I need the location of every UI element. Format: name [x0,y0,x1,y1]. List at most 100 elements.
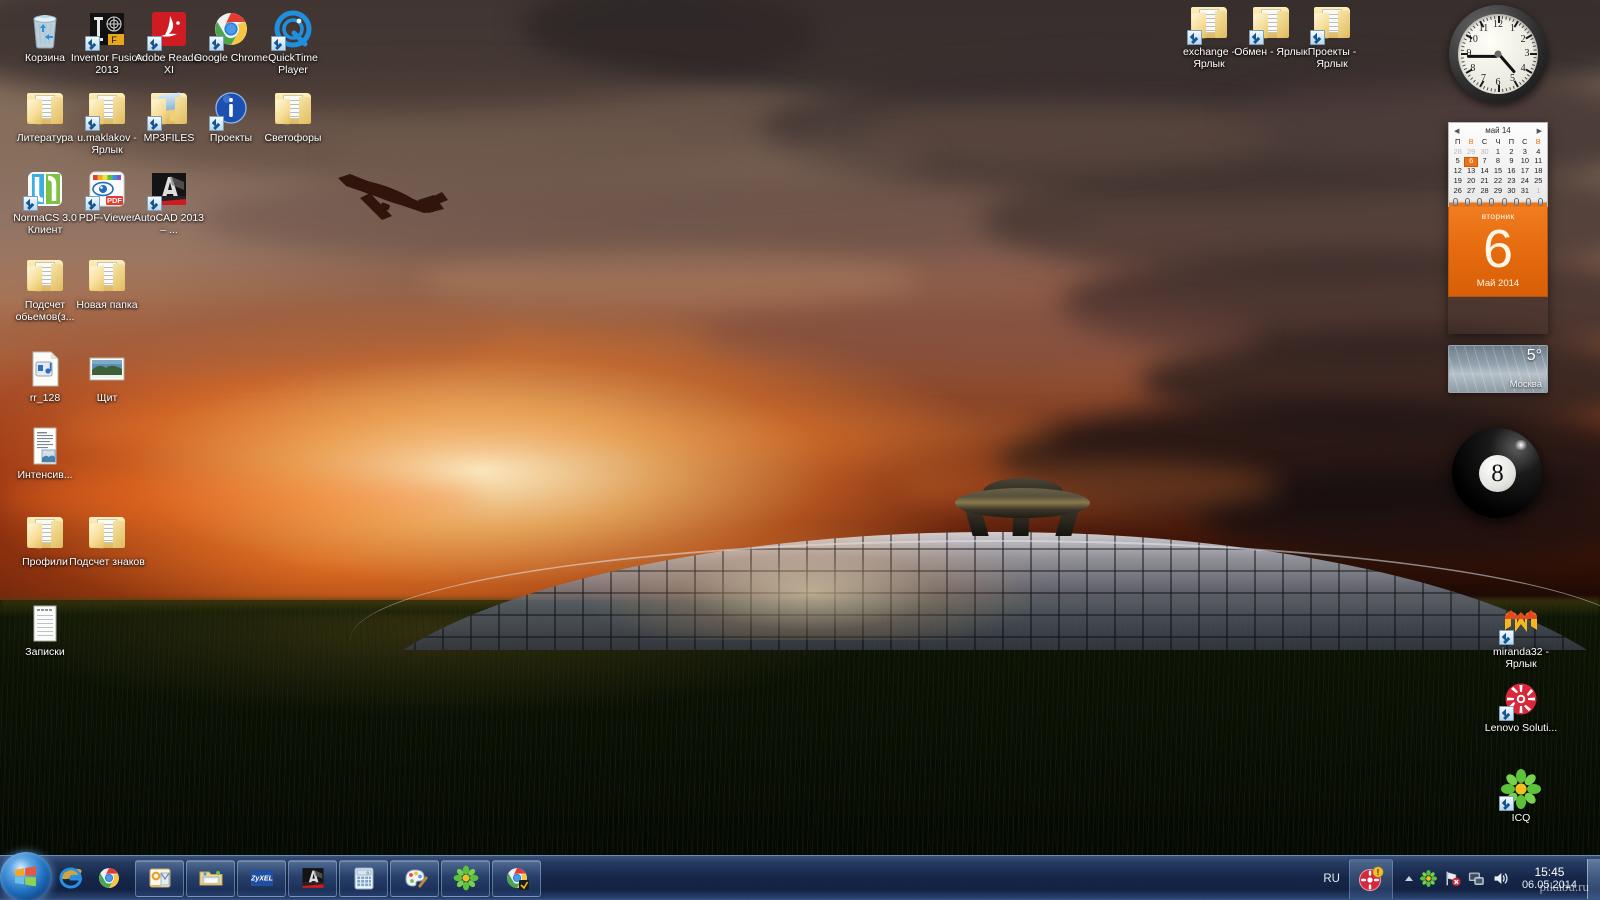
taskbar-button-windows-explorer[interactable] [186,859,235,897]
desktop-icon[interactable]: ICQ [1482,768,1560,825]
ball-number-disc: 8 [1479,455,1516,492]
wallpaper-ufo-structure [955,478,1090,536]
calendar-day-cell[interactable]: 4 [1532,147,1545,157]
calendar-day-cell[interactable]: 29 [1491,186,1504,196]
calendar-day-cell[interactable]: 22 [1491,176,1504,186]
desktop-icon[interactable]: AutoCAD 2013 – ... [130,168,208,236]
file-document-icon [24,425,66,467]
calendar-day-today[interactable]: 6 [1464,157,1478,167]
desktop-icon[interactable]: QuickTime Player [254,8,332,76]
calendar-day-cell[interactable]: 7 [1478,157,1491,167]
shortcut-overlay-icon [1499,796,1514,811]
desktop-icon[interactable]: miranda32 - Ярлык [1482,602,1560,670]
calendar-day-cell[interactable]: 29 [1464,147,1477,157]
calendar-day-cell[interactable]: 17 [1518,166,1531,177]
folder-icon [86,512,128,554]
desktop-icon[interactable]: Щит [68,348,146,405]
calendar-day-cell[interactable]: 31 [1518,186,1531,196]
calendar-weekday-header: В [1468,137,1474,146]
clock-face: 12 1 2 3 4 5 6 7 8 9 10 11 [1458,14,1538,94]
folder-icon [1310,2,1353,45]
calendar-day-cell[interactable]: 24 [1518,176,1531,186]
network-monitor-icon[interactable] [1468,870,1485,887]
calendar-day-cell[interactable]: 23 [1505,176,1518,186]
taskbar-quicklaunch-internet-explorer[interactable] [53,860,89,897]
taskbar-quicklaunch-google-chrome[interactable] [91,860,127,897]
desktop-icon-label: ICQ [1511,812,1531,824]
desktop-icon[interactable]: Новая папка [68,255,146,312]
calendar-day-cell[interactable]: 2 [1505,147,1518,157]
calendar-next-button[interactable]: ▶ [1537,127,1542,135]
gadget-calendar[interactable]: ◀ май 14 ▶ ПВСЧПСВ 28 29 30 1 2 3 4 5 6 7 8 9 10 11 12… [1448,122,1548,334]
calendar-week-row: 5 6 7 8 9 10 11 [1451,157,1545,167]
calendar-day-cell[interactable]: 12 [1451,166,1464,177]
calendar-day-cell[interactable]: 18 [1532,166,1545,177]
desktop-icon[interactable]: Светофоры [254,88,332,145]
clock-numeral: 11 [1478,22,1489,34]
calendar-day-cell[interactable]: 8 [1491,157,1504,167]
calendar-day-cell[interactable]: 3 [1518,147,1531,157]
taskbar[interactable]: ZyXEL 0 RU 15:45 06.05.2014 pikabu.ru [0,852,1600,900]
calendar-day-cell[interactable]: 9 [1505,157,1518,167]
language-indicator[interactable]: RU [1314,873,1349,885]
taskbar-button-microsoft-outlook[interactable] [135,859,184,897]
calendar-day-cell[interactable]: 14 [1478,166,1491,177]
volume-icon[interactable] [1492,870,1509,887]
show-hidden-icons-button[interactable] [1404,876,1413,881]
network-error-icon[interactable] [1444,870,1461,887]
clock-numeral: 10 [1467,33,1478,45]
internet-explorer-icon [58,865,84,891]
calendar-day-cell[interactable]: 26 [1451,186,1464,196]
gadget-weather[interactable]: 5° Москва [1448,345,1548,393]
calendar-day-cell[interactable]: 20 [1464,176,1477,186]
taskbar-button-autocad[interactable] [288,859,337,897]
calendar-month-year: Май 2014 [1476,277,1520,289]
icq-tray-icon[interactable] [1419,870,1437,887]
calendar-day-cell[interactable]: 15 [1491,166,1504,177]
calendar-day-cell[interactable]: 1 [1532,186,1545,196]
desktop-icon[interactable]: Интенсив... [6,425,84,482]
calendar-day-cell[interactable]: 27 [1464,186,1477,196]
taskbar-button-calculator[interactable]: 0 [339,859,388,897]
desktop-icon[interactable]: Подсчет знаков [68,512,146,569]
recycle-bin-icon [24,8,66,50]
desktop-icon[interactable]: Lenovo Soluti... [1482,678,1560,735]
calendar-day-cell[interactable]: 19 [1451,176,1464,186]
clock-center-cap [1494,50,1502,58]
taskbar-button-zyxel[interactable]: ZyXEL [237,859,286,897]
desktop-icon[interactable]: Записки [6,602,84,659]
calendar-day-cell[interactable]: 13 [1464,166,1477,177]
calendar-week-row: 19 20 21 22 23 24 25 [1451,176,1545,186]
show-desktop-button[interactable] [1587,858,1600,899]
taskbar-button-google-chrome-window[interactable] [492,859,541,897]
gadget-analog-clock[interactable]: 12 1 2 3 4 5 6 7 8 9 10 11 [1449,5,1547,103]
folder-icon [24,88,66,130]
icq-icon [453,865,479,891]
calendar-day-cell[interactable]: 25 [1532,176,1545,186]
calendar-day-cell[interactable]: 30 [1478,147,1491,157]
calendar-day-cell[interactable]: 21 [1478,176,1491,186]
taskbar-button-paint[interactable] [390,859,439,897]
calendar-day-cell[interactable]: 28 [1451,147,1464,157]
desktop-icon[interactable]: Проекты - Ярлык [1293,2,1371,70]
desktop-icon-label: Lenovo Soluti... [1484,722,1558,734]
calendar-day-cell[interactable]: 28 [1478,186,1491,196]
system-tray[interactable]: RU 15:45 06.05.2014 pikabu.ru [1314,856,1600,900]
calendar-day-cell[interactable]: 5 [1451,157,1464,167]
gadget-magic-8-ball[interactable]: 8 [1452,428,1542,518]
desktop-icon-label: Записки [25,646,65,658]
calendar-day-cell[interactable]: 10 [1518,157,1531,167]
calendar-day-cell[interactable]: 16 [1505,166,1518,177]
clock-numeral: 6 [1495,77,1501,88]
app-autocad-icon [147,168,190,211]
calendar-day-cell[interactable]: 30 [1505,186,1518,196]
folder-icon [86,255,128,297]
calendar-day-cell[interactable]: 11 [1532,157,1545,167]
tray-clock[interactable]: 15:45 06.05.2014 pikabu.ru [1517,865,1589,893]
calendar-day-cell[interactable]: 1 [1491,147,1504,157]
clock-numeral: 12 [1493,19,1503,30]
taskbar-button-icq[interactable] [441,859,490,897]
weather-temperature: 5° [1526,347,1542,364]
tray-normacs-notify-icon[interactable] [1348,858,1393,899]
start-button[interactable] [0,852,52,900]
